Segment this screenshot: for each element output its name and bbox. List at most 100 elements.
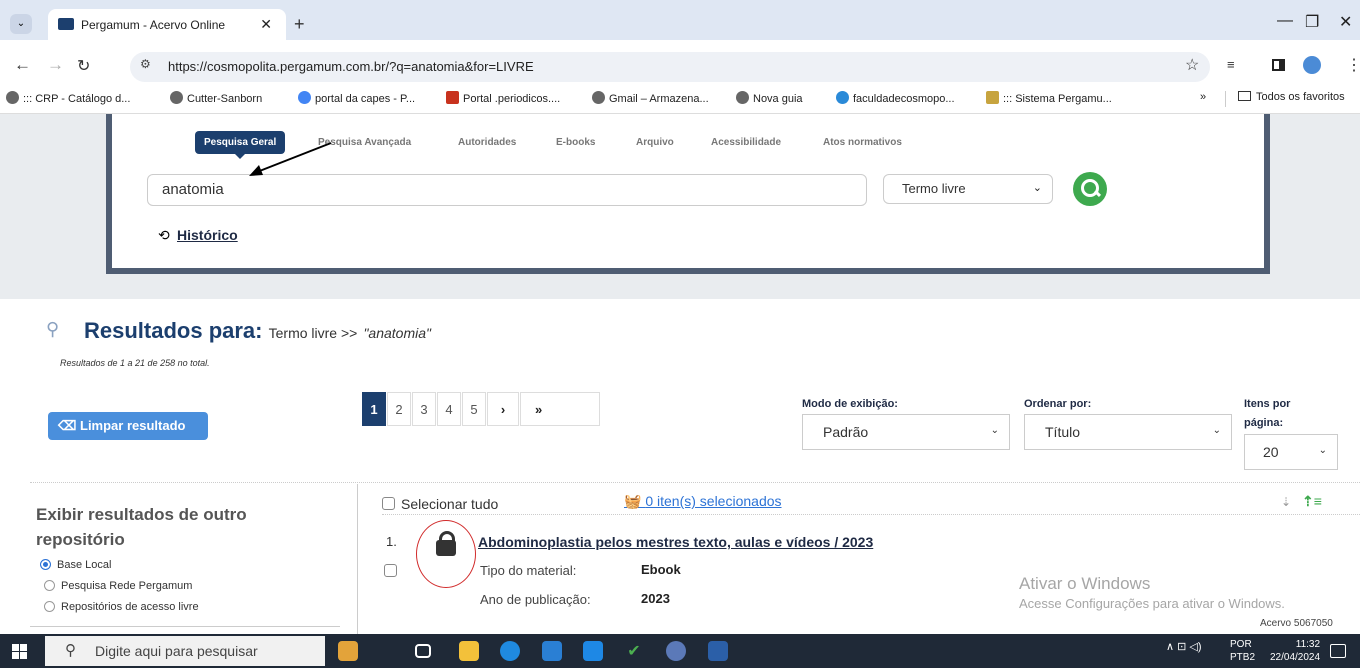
order-select[interactable]: Título ⌄ [1024, 414, 1232, 450]
radio-base-local[interactable]: Base Local [40, 559, 111, 571]
taskbar-search-input[interactable]: ⚲ Digite aqui para pesquisar [45, 636, 325, 666]
year-label: Ano de publicação: [480, 592, 591, 607]
page-3[interactable]: 3 [412, 392, 436, 426]
year-value: 2023 [641, 591, 670, 606]
term-type-value: Termo livre [902, 181, 966, 196]
url-text[interactable]: https://cosmopolita.pergamum.com.br/?q=a… [168, 59, 534, 74]
display-mode-select[interactable]: Padrão ⌄ [802, 414, 1010, 450]
per-page-select[interactable]: 20 ⌄ [1244, 434, 1338, 470]
bookmark-item[interactable]: ::: CRP - Catálogo d... [6, 91, 130, 105]
bookmark-item[interactable]: ::: Sistema Pergamu... [986, 91, 1112, 105]
bookmark-item[interactable]: Cutter-Sanborn [170, 91, 262, 105]
close-tab-icon[interactable]: ✕ [260, 16, 272, 33]
tab-ebooks[interactable]: E-books [556, 137, 595, 148]
google-icon [298, 91, 311, 104]
clear-results-button[interactable]: ⌫ Limpar resultado [48, 412, 208, 440]
sort-asc-icon[interactable]: ⇡≡ [1302, 493, 1322, 510]
pergamum-icon [986, 91, 999, 104]
taskbar-clock[interactable]: 11:32 22/04/2024 [1270, 638, 1320, 664]
chevron-down-icon: ⌄ [1032, 182, 1042, 194]
pergamum-favicon-icon [58, 18, 74, 30]
radio-icon [44, 580, 55, 591]
chrome-icon[interactable] [666, 641, 686, 661]
profile-avatar[interactable] [1303, 56, 1321, 74]
eraser-icon: ⌫ [58, 418, 80, 433]
site-info-icon[interactable]: ⚙ [140, 57, 158, 75]
chevron-down-icon: ⌄ [990, 425, 999, 436]
tab-arquivo[interactable]: Arquivo [636, 137, 674, 148]
bookmark-item[interactable]: Portal .periodicos.... [446, 91, 560, 105]
search-icon: ⚲ [46, 319, 60, 339]
browser-tab[interactable]: Pergamum - Acervo Online ✕ [48, 9, 286, 40]
edge-icon[interactable] [500, 641, 520, 661]
windows-watermark-title: Ativar o Windows [1019, 574, 1151, 593]
left-panel-separator [357, 484, 358, 634]
acervo-id: Acervo 5067050 [1260, 618, 1333, 629]
file-explorer-icon[interactable] [459, 641, 479, 661]
record-checkbox[interactable] [384, 563, 403, 581]
task-view-icon[interactable] [415, 644, 431, 658]
per-page-label-2: página: [1244, 417, 1284, 429]
globe-icon [6, 91, 19, 104]
word-icon[interactable] [708, 641, 728, 661]
check-app-icon[interactable]: ✔ [624, 641, 644, 661]
term-type-select[interactable]: Termo livre ⌄ [883, 174, 1053, 204]
reading-list-icon[interactable]: ≡ [1227, 57, 1235, 72]
close-window-icon[interactable]: ✕ [1339, 12, 1352, 32]
record-title-link[interactable]: Abdominoplastia pelos mestres texto, aul… [478, 534, 873, 550]
basket-icon: 🧺 [624, 493, 646, 509]
results-term-label: Termo livre >> [268, 325, 358, 341]
reload-icon[interactable]: ↻ [77, 56, 90, 76]
back-icon[interactable]: ← [14, 55, 31, 75]
tab-autoridades[interactable]: Autoridades [458, 137, 516, 148]
globe-icon [592, 91, 605, 104]
all-bookmarks-folder[interactable]: Todos os favoritos [1238, 91, 1345, 103]
forward-icon[interactable]: → [47, 55, 64, 75]
language-indicator[interactable]: POR PTB2 [1230, 638, 1255, 664]
bookmarks-overflow-button[interactable]: » [1200, 91, 1206, 103]
next-page-button[interactable]: › [487, 392, 519, 426]
bookmark-item[interactable]: Nova guia [736, 91, 803, 105]
page-2[interactable]: 2 [387, 392, 411, 426]
page-1[interactable]: 1 [362, 392, 386, 426]
bookmark-star-icon[interactable]: ☆ [1185, 55, 1199, 75]
sort-desc-icon[interactable]: ⇣ [1281, 495, 1291, 509]
mail-icon[interactable] [583, 641, 603, 661]
globe-icon [170, 91, 183, 104]
selected-items-link[interactable]: 🧺 0 iten(s) selecionados [624, 493, 782, 510]
radio-rede-pergamum[interactable]: Pesquisa Rede Pergamum [44, 580, 192, 592]
display-mode-label: Modo de exibição: [802, 398, 898, 410]
material-value: Ebook [641, 562, 681, 577]
system-tray-icons[interactable]: ∧ ⊡ ◁) [1166, 640, 1202, 653]
notifications-icon[interactable] [1330, 644, 1346, 658]
left-panel-divider [30, 626, 340, 627]
gift-app-icon[interactable] [338, 641, 358, 661]
store-icon[interactable] [542, 641, 562, 661]
bookmark-item[interactable]: Gmail – Armazena... [592, 91, 709, 105]
radio-repositorios-livre[interactable]: Repositórios de acesso livre [44, 601, 199, 613]
section-divider [30, 482, 1360, 483]
results-heading-label: Resultados para: [84, 318, 263, 343]
search-button[interactable] [1073, 172, 1107, 206]
tab-atos-normativos[interactable]: Atos normativos [823, 137, 902, 148]
minimize-icon[interactable]: — [1277, 12, 1293, 30]
bookmark-item[interactable]: portal da capes - P... [298, 91, 415, 105]
chevron-down-icon: ⌄ [1212, 425, 1221, 436]
lock-icon [436, 531, 456, 556]
restore-icon[interactable]: ❐ [1305, 12, 1319, 32]
new-tab-button[interactable]: + [294, 14, 305, 35]
order-label: Ordenar por: [1024, 398, 1092, 410]
last-page-button[interactable]: » [520, 392, 600, 426]
page-5[interactable]: 5 [462, 392, 486, 426]
menu-icon[interactable]: ⋮ [1346, 55, 1360, 75]
tab-list-chevron-icon[interactable]: ⌄ [10, 14, 32, 34]
history-link[interactable]: Histórico [177, 227, 238, 243]
page-4[interactable]: 4 [437, 392, 461, 426]
bookmark-item[interactable]: faculdadecosmopo... [836, 91, 955, 105]
per-page-label: Itens por [1244, 398, 1291, 410]
tab-acessibilidade[interactable]: Acessibilidade [711, 137, 781, 148]
side-panel-icon[interactable] [1272, 59, 1285, 71]
select-all-checkbox[interactable]: Selecionar tudo [382, 496, 498, 512]
windows-start-icon[interactable] [12, 644, 28, 660]
annotation-arrow [249, 142, 332, 176]
